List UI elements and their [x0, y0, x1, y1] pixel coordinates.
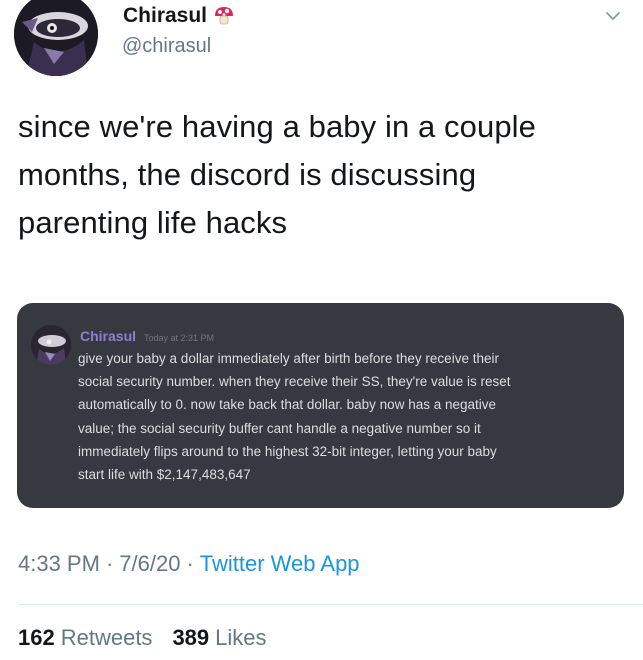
tweet-text-line: parenting life hacks — [18, 205, 288, 240]
tweet-stats: 162 Retweets 389 Likes — [18, 625, 267, 651]
discord-message-line: give your baby a dollar immediately afte… — [78, 351, 499, 366]
likes-count: 389 — [172, 625, 210, 650]
display-name[interactable]: Chirasul — [123, 4, 207, 28]
discord-avatar-image-icon — [31, 325, 71, 365]
meta-separator: · — [186, 551, 194, 576]
likes-stat[interactable]: 389 Likes — [172, 625, 266, 651]
divider — [18, 604, 643, 605]
discord-message-line: start life with $2,147,483,647 — [78, 467, 251, 483]
tweet-text: since we're having a baby in a couple mo… — [18, 103, 628, 247]
tweet-text-line: months, the discord is discussing — [18, 157, 477, 192]
retweets-stat[interactable]: 162 Retweets — [18, 625, 152, 651]
tweet-date[interactable]: 7/6/20 — [119, 551, 180, 577]
tweet-text-line: since we're having a baby in a couple — [18, 109, 536, 144]
discord-message-header: Chirasul Today at 2:31 PM — [80, 328, 214, 344]
tweet-time[interactable]: 4:33 PM — [18, 551, 100, 577]
embedded-discord-screenshot[interactable]: Chirasul Today at 2:31 PM give your baby… — [17, 303, 624, 508]
tweet-header: Chirasul @chirasul — [0, 0, 643, 80]
discord-message-line: automatically to 0. now take back that d… — [78, 397, 497, 413]
tweet-source-link[interactable]: Twitter Web App — [200, 551, 360, 577]
retweets-label: Retweets — [60, 625, 153, 650]
retweets-count: 162 — [18, 625, 55, 650]
author-name-row: Chirasul — [123, 3, 235, 29]
discord-message-line: value; the social security buffer cant h… — [78, 420, 481, 436]
discord-message-body: give your baby a dollar immediately afte… — [78, 347, 618, 486]
likes-label: Likes — [215, 625, 267, 650]
discord-timestamp: Today at 2:31 PM — [144, 333, 215, 343]
discord-message-line: social security number. when they receiv… — [78, 374, 511, 390]
discord-avatar — [31, 325, 71, 365]
avatar-image-icon — [14, 0, 98, 76]
avatar[interactable] — [14, 0, 98, 76]
meta-separator: · — [105, 551, 114, 576]
mushroom-icon — [213, 5, 235, 27]
tweet-meta: 4:33 PM · 7/6/20 · Twitter Web App — [18, 551, 360, 577]
chevron-down-icon[interactable] — [605, 8, 621, 24]
discord-message-line: immediately flips around to the highest … — [78, 443, 497, 459]
tweet-page: Chirasul @chirasul since we're having a … — [0, 0, 643, 660]
discord-username: Chirasul — [80, 328, 137, 344]
author-handle[interactable]: @chirasul — [122, 35, 211, 58]
